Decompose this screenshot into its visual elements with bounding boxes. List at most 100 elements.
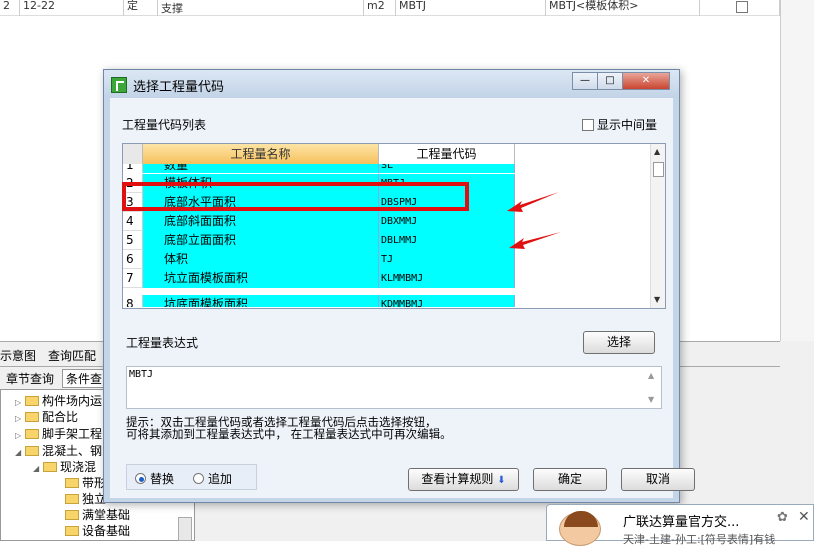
- folder-icon: [65, 525, 79, 536]
- tree-item[interactable]: ◢ 现浇混: [33, 459, 96, 475]
- row-number: 4: [123, 212, 143, 231]
- chat-message: 天津-土建-孙工:[符号表情]有钱: [623, 533, 776, 546]
- chat-notification[interactable]: 广联达算量官方交... 天津-土建-孙工:[符号表情]有钱 ✿ ✕: [546, 504, 814, 546]
- arrow-down-icon: ⬇: [497, 475, 506, 486]
- hint-line-2: 可将其添加到工程量表达式中， 在工程量表达式中可再次编辑。: [126, 427, 452, 441]
- bg-cell-type: 定: [124, 0, 158, 16]
- tree-item[interactable]: 独立: [65, 491, 106, 507]
- scroll-up-icon[interactable]: ▲: [648, 371, 654, 380]
- bg-cell-check[interactable]: [700, 0, 780, 16]
- header-name[interactable]: 工程量名称: [143, 144, 379, 164]
- table-row[interactable]: 7 坑立面模板面积 KLMMBMJ: [123, 269, 515, 288]
- red-arrow-icon: [509, 232, 561, 249]
- header-code[interactable]: 工程量代码: [379, 144, 515, 164]
- tab-diagram[interactable]: 示意图: [0, 347, 36, 364]
- chat-title: 广联达算量官方交...: [623, 515, 740, 530]
- table-row[interactable]: 6 体积 TJ: [123, 250, 515, 269]
- bg-checkbox[interactable]: [736, 1, 748, 13]
- minimize-button[interactable]: —: [572, 72, 598, 90]
- bg-cell-expression-desc: MBTJ<模板体积>: [546, 0, 700, 16]
- tab-chapter-query[interactable]: 章节查询: [6, 370, 54, 387]
- grid-scrollbar[interactable]: ▲ ▼: [650, 144, 665, 308]
- show-middle-checkbox[interactable]: 显示中间量: [582, 116, 657, 133]
- expression-text: MBTJ: [129, 369, 154, 380]
- folder-icon: [25, 395, 39, 406]
- radio-off-icon[interactable]: [193, 473, 204, 484]
- close-icon[interactable]: ✕: [798, 509, 810, 525]
- tree-item[interactable]: 设备基础: [65, 523, 130, 539]
- row-number: 5: [123, 231, 143, 250]
- scroll-down-icon[interactable]: ▼: [648, 395, 654, 404]
- row-code: KLMMBMJ: [379, 269, 515, 288]
- select-quantity-code-dialog: 选择工程量代码 — □ ✕ 工程量代码列表 显示中间量 工程量名称 工程量代码 …: [103, 69, 695, 503]
- dialog-title: 选择工程量代码: [133, 80, 225, 95]
- tree-item[interactable]: ◢ 混凝土、钢: [15, 443, 102, 459]
- tab-condition-query[interactable]: 条件查: [62, 369, 107, 388]
- folder-icon: [65, 493, 79, 504]
- row-code: DBLMMJ: [379, 231, 515, 250]
- tree-item[interactable]: 满堂基础: [65, 507, 130, 523]
- bg-cell-code: 12-22: [20, 0, 124, 16]
- table-row[interactable]: 1 数量 SL: [123, 164, 515, 174]
- tree-item[interactable]: ▷ 脚手架工程: [15, 426, 102, 442]
- select-button[interactable]: 选择: [583, 331, 655, 354]
- expression-label: 工程量表达式: [126, 336, 199, 350]
- scroll-up-icon[interactable]: ▲: [654, 147, 660, 156]
- tree-item[interactable]: 带形: [65, 475, 106, 491]
- scroll-down-icon[interactable]: ▼: [654, 295, 660, 304]
- row-name: 体积: [143, 250, 379, 269]
- dialog-client: 工程量代码列表 显示中间量 工程量名称 工程量代码 1 数量 SL 2 模板体积…: [110, 98, 695, 498]
- checkbox-box[interactable]: [582, 118, 594, 131]
- expand-icon[interactable]: ▷: [15, 428, 23, 444]
- expand-icon[interactable]: ▷: [15, 411, 23, 427]
- gear-icon[interactable]: ✿: [777, 510, 788, 525]
- maximize-button[interactable]: □: [597, 72, 623, 90]
- collapse-icon[interactable]: ◢: [15, 445, 23, 461]
- red-arrow-icon: [507, 192, 559, 212]
- radio-append[interactable]: 追加: [193, 470, 232, 487]
- cancel-button[interactable]: 取消: [621, 468, 695, 491]
- folder-icon: [25, 411, 39, 422]
- bg-cell-unit: m2: [364, 0, 396, 16]
- bg-cell-index: 2: [0, 0, 20, 16]
- row-name: 数量: [143, 164, 379, 173]
- table-row[interactable]: 8 坑底面模板面积 KDMMBMJ: [123, 288, 515, 308]
- row-number: 1: [123, 164, 143, 173]
- tree-scrollbar[interactable]: [178, 517, 192, 541]
- tree-item[interactable]: ▷ 构件场内运: [15, 393, 102, 409]
- table-row[interactable]: 5 底部立面面积 DBLMMJ: [123, 231, 515, 250]
- row-number: 7: [123, 269, 143, 288]
- close-button[interactable]: ✕: [622, 72, 670, 90]
- scroll-thumb[interactable]: [653, 162, 664, 177]
- hint-text: 提示：双击工程量代码或者选择工程量代码后点击选择按钮， 可将其添加到工程量表达式…: [126, 416, 452, 440]
- row-number: 8: [123, 295, 143, 307]
- quantity-code-grid: 工程量名称 工程量代码 1 数量 SL 2 模板体积 MBTJ 3 底部水平面积…: [122, 143, 666, 309]
- tree-item[interactable]: ▷ 配合比: [15, 409, 78, 425]
- ok-button[interactable]: 确定: [533, 468, 607, 491]
- row-name: 底部斜面面积: [143, 212, 379, 231]
- expression-input[interactable]: MBTJ ▲ ▼: [126, 366, 662, 409]
- row-code: KDMMBMJ: [379, 295, 515, 307]
- window-buttons: — □ ✕: [572, 72, 674, 90]
- collapse-icon[interactable]: ◢: [33, 461, 41, 477]
- tab-query-match[interactable]: 查询匹配: [48, 347, 96, 364]
- bg-cell-desc: 支撑: [158, 0, 364, 16]
- background-top-row: 2 12-22 定 支撑 m2 MBTJ MBTJ<模板体积>: [0, 0, 814, 16]
- radio-on-icon[interactable]: [135, 473, 146, 484]
- expression-scrollbar[interactable]: ▲ ▼: [645, 368, 661, 408]
- folder-open-icon: [43, 461, 57, 472]
- table-row[interactable]: 4 底部斜面面积 DBXMMJ: [123, 212, 515, 231]
- background-subtabbar: 章节查询 条件查: [0, 367, 110, 389]
- row-name: 坑立面模板面积: [143, 269, 379, 288]
- mode-radio-group: 替换 追加: [126, 464, 257, 490]
- radio-replace[interactable]: 替换: [135, 470, 174, 487]
- row-code: DBXMMJ: [379, 212, 515, 231]
- dialog-titlebar[interactable]: 选择工程量代码 — □ ✕: [104, 70, 679, 98]
- red-highlight-box: [122, 182, 469, 211]
- row-code: SL: [379, 164, 515, 173]
- grid-corner: [123, 144, 143, 164]
- view-rules-button[interactable]: 查看计算规则 ⬇: [408, 468, 519, 491]
- folder-icon: [25, 428, 39, 439]
- row-code: TJ: [379, 250, 515, 269]
- row-name: 底部立面面积: [143, 231, 379, 250]
